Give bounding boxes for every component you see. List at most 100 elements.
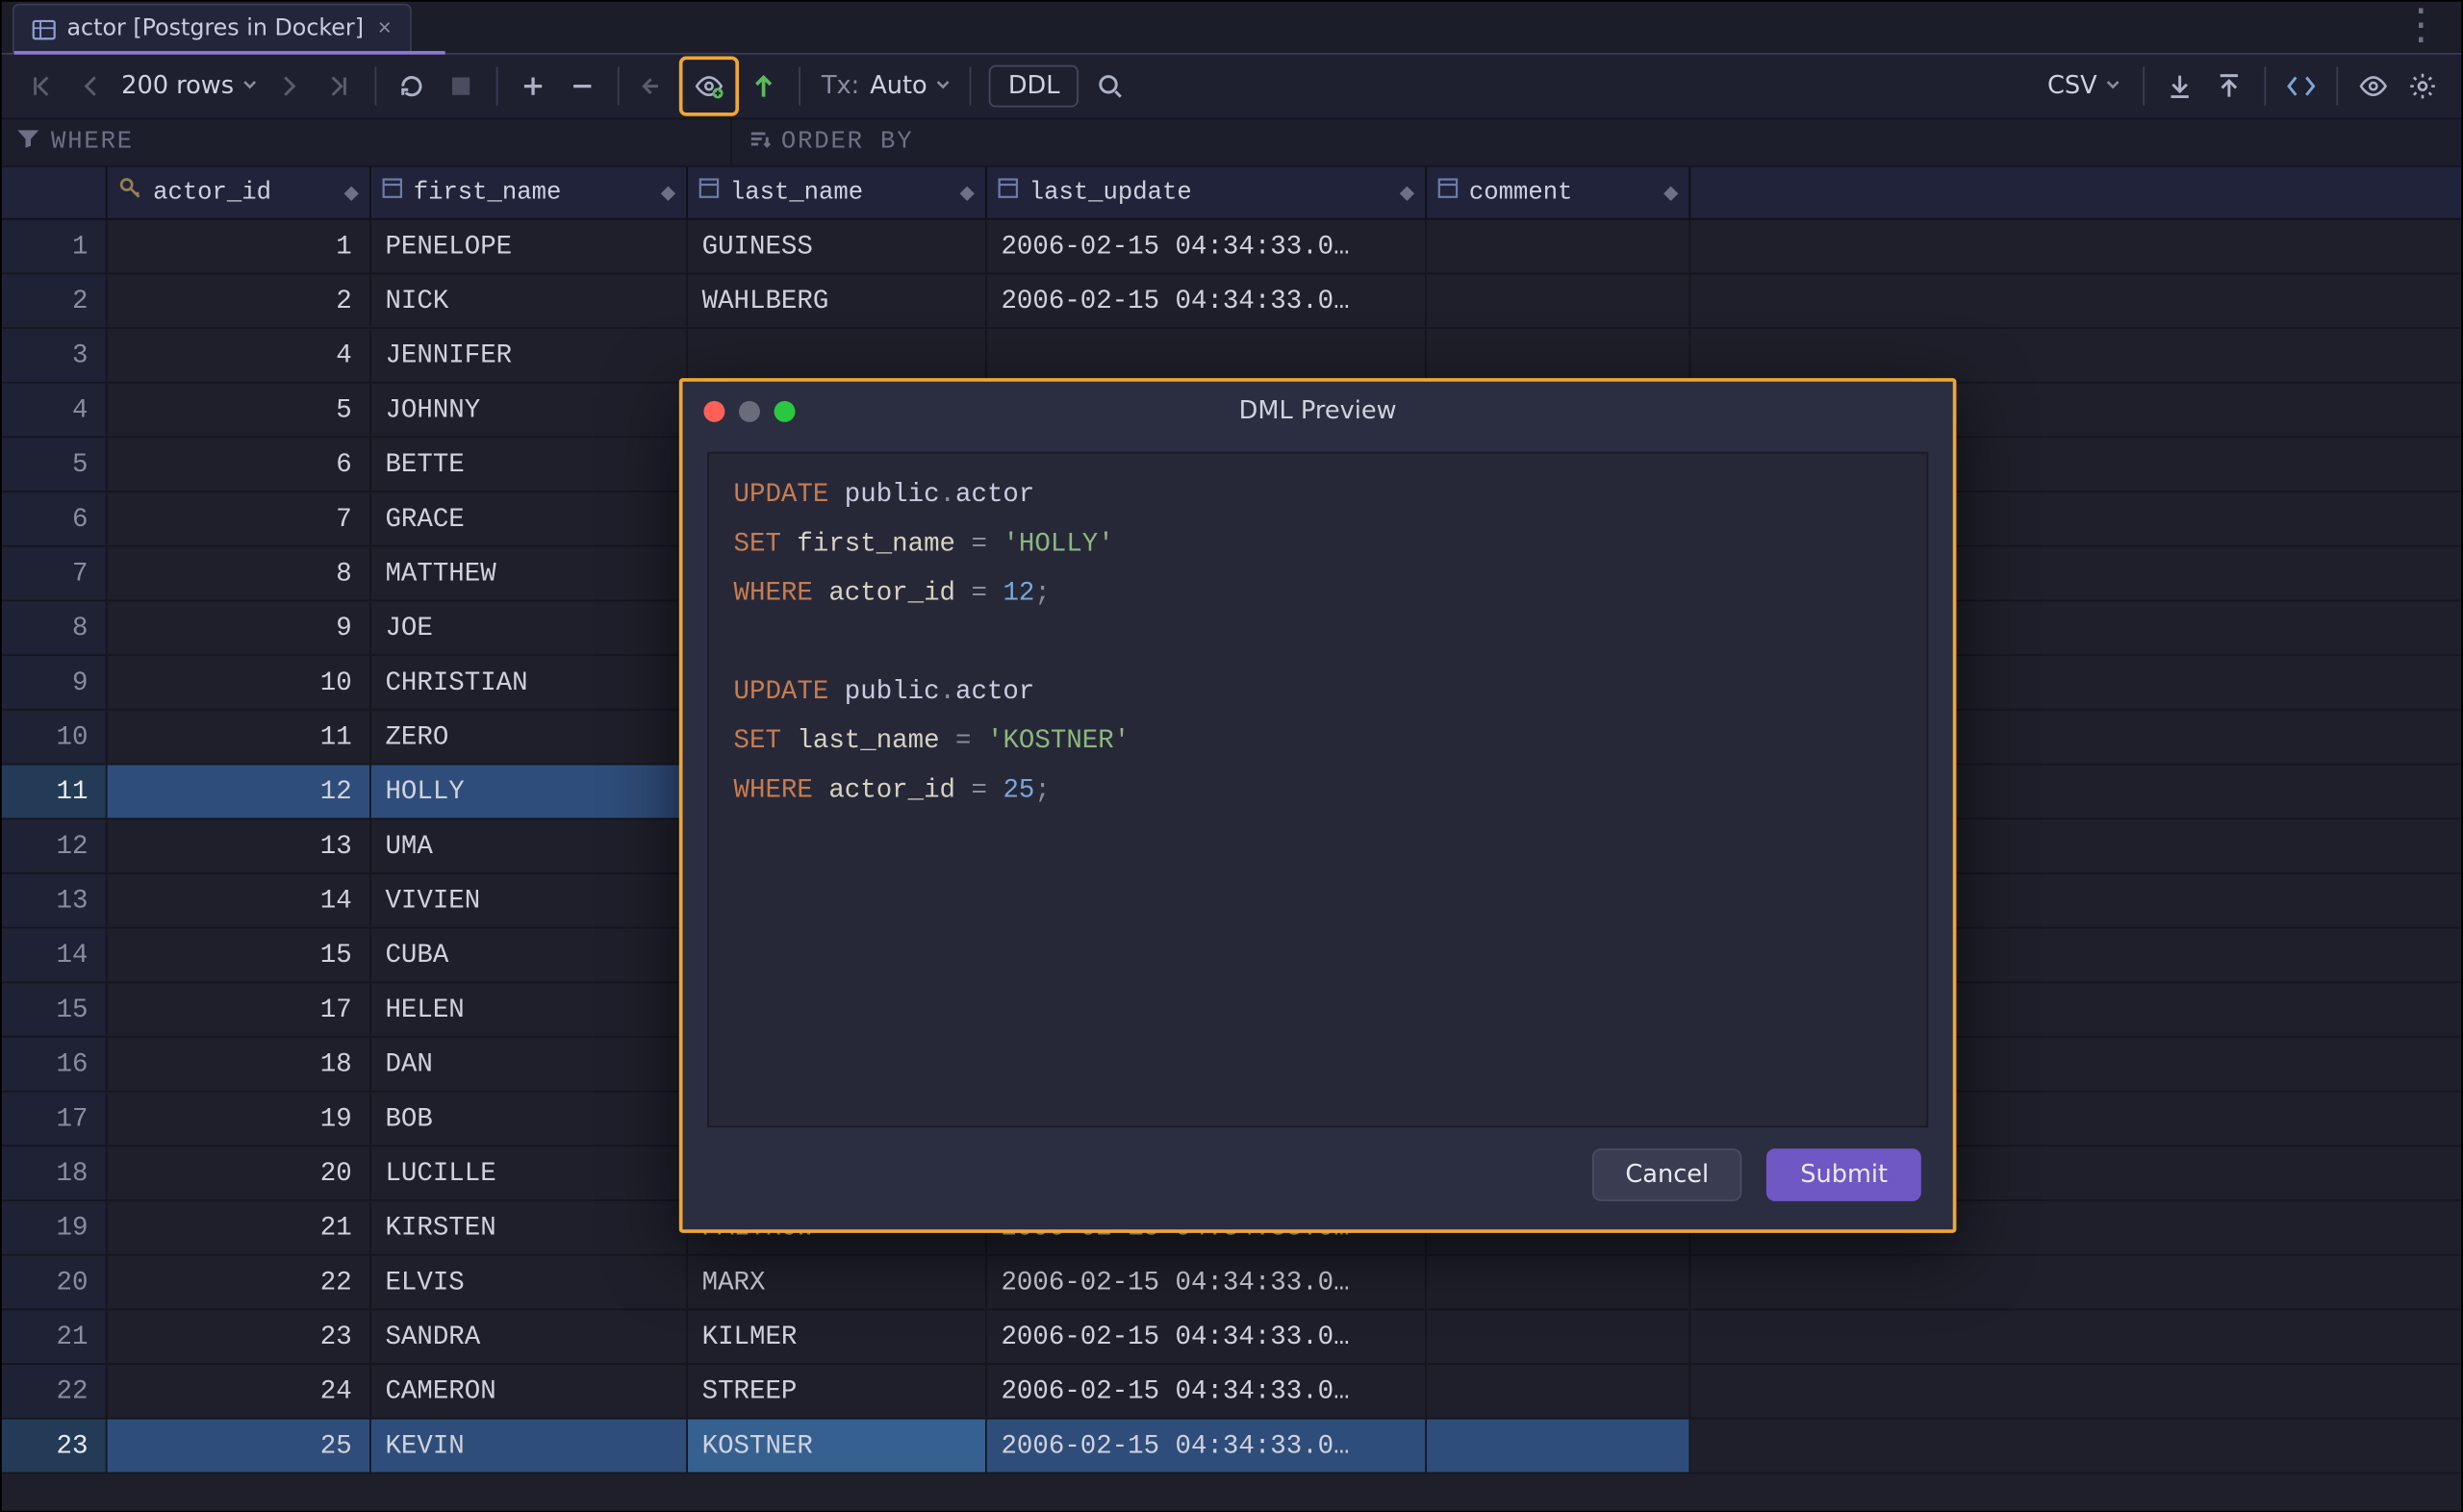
header-last-name[interactable]: last_name ◆	[688, 167, 987, 218]
table-row[interactable]: 11PENELOPEGUINESS2006-02-15 04:34:33.0…	[2, 220, 2461, 275]
header-last-update[interactable]: last_update ◆	[987, 167, 1427, 218]
cell-first-name[interactable]: HOLLY	[371, 765, 688, 818]
cell-actor-id[interactable]: 12	[108, 765, 371, 818]
sql-preview[interactable]: UPDATE public.actor SET first_name = 'HO…	[707, 452, 1928, 1127]
row-number[interactable]: 7	[2, 547, 108, 600]
cell-actor-id[interactable]: 5	[108, 384, 371, 437]
cell-actor-id[interactable]: 6	[108, 438, 371, 491]
table-row[interactable]: 2123SANDRAKILMER2006-02-15 04:34:33.0…	[2, 1310, 2461, 1365]
submit-dialog-button[interactable]: Submit	[1767, 1148, 1921, 1201]
cell-comment[interactable]	[1427, 1420, 1690, 1473]
tab-actor[interactable]: actor [Postgres in Docker] ×	[13, 4, 411, 53]
cell-first-name[interactable]: LUCILLE	[371, 1147, 688, 1199]
cell-last-update[interactable]	[987, 329, 1427, 382]
cell-actor-id[interactable]: 13	[108, 819, 371, 872]
row-number[interactable]: 11	[2, 765, 108, 818]
row-number[interactable]: 2	[2, 274, 108, 327]
cell-actor-id[interactable]: 8	[108, 547, 371, 600]
cell-last-update[interactable]: 2006-02-15 04:34:33.0…	[987, 220, 1427, 273]
cell-actor-id[interactable]: 22	[108, 1256, 371, 1309]
row-number[interactable]: 22	[2, 1365, 108, 1418]
search-button[interactable]	[1086, 62, 1135, 111]
row-number[interactable]: 19	[2, 1201, 108, 1254]
download-button[interactable]	[2155, 62, 2204, 111]
cell-first-name[interactable]: BETTE	[371, 438, 688, 491]
cell-last-update[interactable]: 2006-02-15 04:34:33.0…	[987, 1310, 1427, 1363]
cell-first-name[interactable]: ZERO	[371, 711, 688, 764]
upload-button[interactable]	[2204, 62, 2253, 111]
revert-button[interactable]	[630, 62, 679, 111]
cell-actor-id[interactable]: 17	[108, 983, 371, 1036]
cell-last-name[interactable]: GUINESS	[688, 220, 987, 273]
cell-last-name[interactable]: MARX	[688, 1256, 987, 1309]
cell-first-name[interactable]: KEVIN	[371, 1420, 688, 1473]
cell-actor-id[interactable]: 11	[108, 711, 371, 764]
next-page-button[interactable]	[266, 62, 315, 111]
cell-actor-id[interactable]: 7	[108, 492, 371, 545]
last-page-button[interactable]	[315, 62, 364, 111]
row-number[interactable]: 13	[2, 874, 108, 927]
table-row[interactable]: 34JENNIFER	[2, 329, 2461, 384]
compare-button[interactable]	[2276, 62, 2325, 111]
more-icon[interactable]: ⋮	[2389, 0, 2450, 53]
remove-row-button[interactable]	[558, 62, 607, 111]
cell-first-name[interactable]: GRACE	[371, 492, 688, 545]
cell-actor-id[interactable]: 1	[108, 220, 371, 273]
ddl-button[interactable]: DDL	[989, 65, 1079, 108]
row-number[interactable]: 5	[2, 438, 108, 491]
cell-first-name[interactable]: HELEN	[371, 983, 688, 1036]
row-number[interactable]: 4	[2, 384, 108, 437]
rows-dropdown[interactable]: 200 rows	[114, 72, 266, 100]
add-row-button[interactable]	[508, 62, 557, 111]
cell-actor-id[interactable]: 4	[108, 329, 371, 382]
cell-last-update[interactable]: 2006-02-15 04:34:33.0…	[987, 1365, 1427, 1418]
cell-first-name[interactable]: PENELOPE	[371, 220, 688, 273]
cell-first-name[interactable]: UMA	[371, 819, 688, 872]
cell-actor-id[interactable]: 23	[108, 1310, 371, 1363]
row-number[interactable]: 23	[2, 1420, 108, 1473]
cell-last-name[interactable]: WAHLBERG	[688, 274, 987, 327]
cell-comment[interactable]	[1427, 1310, 1690, 1363]
reload-button[interactable]	[387, 62, 436, 111]
stop-button[interactable]	[436, 62, 485, 111]
cell-last-update[interactable]: 2006-02-15 04:34:33.0…	[987, 1256, 1427, 1309]
cell-first-name[interactable]: SANDRA	[371, 1310, 688, 1363]
cell-actor-id[interactable]: 24	[108, 1365, 371, 1418]
cancel-button[interactable]: Cancel	[1592, 1148, 1742, 1201]
table-row[interactable]: 2022ELVISMARX2006-02-15 04:34:33.0…	[2, 1256, 2461, 1311]
cell-last-name[interactable]: STREEP	[688, 1365, 987, 1418]
cell-first-name[interactable]: CUBA	[371, 929, 688, 982]
tx-dropdown[interactable]: Auto	[863, 72, 959, 100]
cell-last-update[interactable]: 2006-02-15 04:34:33.0…	[987, 1420, 1427, 1473]
cell-actor-id[interactable]: 14	[108, 874, 371, 927]
row-number[interactable]: 17	[2, 1093, 108, 1146]
cell-last-name[interactable]	[688, 329, 987, 382]
header-first-name[interactable]: first_name ◆	[371, 167, 688, 218]
row-number[interactable]: 18	[2, 1147, 108, 1199]
row-number[interactable]: 6	[2, 492, 108, 545]
header-comment[interactable]: comment ◆	[1427, 167, 1690, 218]
row-number[interactable]: 14	[2, 929, 108, 982]
table-row[interactable]: 22NICKWAHLBERG2006-02-15 04:34:33.0…	[2, 274, 2461, 329]
cell-comment[interactable]	[1427, 220, 1690, 273]
cell-comment[interactable]	[1427, 1256, 1690, 1309]
table-row[interactable]: 2224CAMERONSTREEP2006-02-15 04:34:33.0…	[2, 1365, 2461, 1420]
cell-actor-id[interactable]: 9	[108, 601, 371, 654]
row-number[interactable]: 3	[2, 329, 108, 382]
cell-first-name[interactable]: CAMERON	[371, 1365, 688, 1418]
row-number[interactable]: 16	[2, 1038, 108, 1091]
row-number[interactable]: 8	[2, 601, 108, 654]
cell-first-name[interactable]: ELVIS	[371, 1256, 688, 1309]
preview-changes-button[interactable]	[684, 62, 733, 111]
cell-actor-id[interactable]: 20	[108, 1147, 371, 1199]
header-actor-id[interactable]: actor_id ◆	[108, 167, 371, 218]
cell-first-name[interactable]: VIVIEN	[371, 874, 688, 927]
cell-actor-id[interactable]: 18	[108, 1038, 371, 1091]
row-number[interactable]: 21	[2, 1310, 108, 1363]
orderby-filter[interactable]: ORDER BY	[732, 119, 927, 165]
cell-last-update[interactable]: 2006-02-15 04:34:33.0…	[987, 274, 1427, 327]
dialog-titlebar[interactable]: DML Preview	[682, 382, 1952, 441]
cell-first-name[interactable]: JOE	[371, 601, 688, 654]
header-rownum[interactable]	[2, 167, 108, 218]
cell-first-name[interactable]: NICK	[371, 274, 688, 327]
